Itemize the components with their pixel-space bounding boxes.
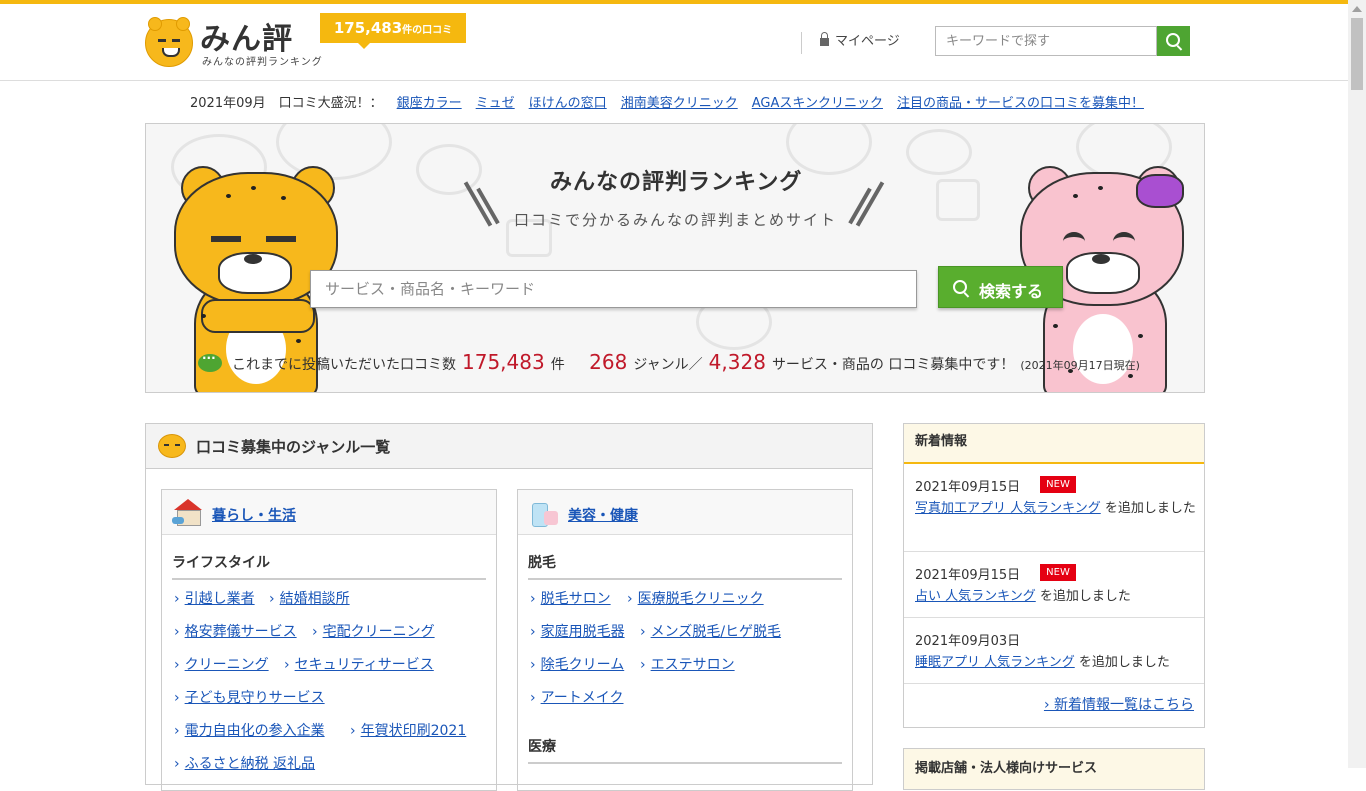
stats-item-count: 4,328 xyxy=(708,350,766,374)
genre-link-hair-removal-salon[interactable]: 脱毛サロン xyxy=(530,588,611,608)
news-item: 2021年09月15日 NEW 写真加工アプリ 人気ランキング を追加しました xyxy=(904,464,1204,552)
new-badge: NEW xyxy=(1040,476,1076,493)
trending-link-recruiting[interactable]: 注目の商品・サービスの口コミを募集中！ xyxy=(897,96,1144,111)
stats-tail: 口コミ募集中です！ xyxy=(888,357,1015,373)
genre-link-furusato[interactable]: ふるさと納税 返礼品 xyxy=(174,753,315,773)
genre-link-new-year-card[interactable]: 年賀状印刷2021 xyxy=(350,720,467,740)
trending-link-aga[interactable]: AGAスキンクリニック xyxy=(752,96,883,111)
news-suffix: を追加しました xyxy=(1078,655,1170,670)
genre-list-title: 口コミ募集中のジャンル一覧 xyxy=(196,438,391,456)
news-panel: 新着情報 2021年09月15日 NEW 写真加工アプリ 人気ランキング を追加… xyxy=(903,423,1205,728)
site-subtitle: みんなの評判ランキング xyxy=(202,57,323,68)
genre-link-living[interactable]: 暮らし・生活 xyxy=(212,505,296,525)
speech-bubble-decoration xyxy=(906,129,972,175)
stats-lead: これまでに投稿いただいた口コミ数 xyxy=(232,357,456,373)
new-badge: NEW xyxy=(1040,564,1076,581)
news-link[interactable]: 睡眠アプリ 人気ランキング xyxy=(915,655,1075,670)
trending-link-shonan[interactable]: 湘南美容クリニック xyxy=(621,96,738,111)
cosmetics-bottle-icon xyxy=(528,499,558,527)
genre-link-esthetic-salon[interactable]: エステサロン xyxy=(640,654,735,674)
header-search-button[interactable] xyxy=(1157,26,1190,56)
trending-news-bar: 2021年09月 口コミ大盛況！： 銀座カラー ミュゼ ほけんの窓口 湘南美容クリニック… xyxy=(190,92,1190,112)
trending-link-ginza-calla[interactable]: 銀座カラー xyxy=(397,96,462,111)
genre-link-electricity[interactable]: 電力自由化の参入企業 xyxy=(174,720,325,740)
hero-search-input[interactable] xyxy=(310,270,917,308)
genre-link-medical-hair-removal[interactable]: 医療脱毛クリニック xyxy=(627,588,764,608)
subgenre-heading-medical: 医療 xyxy=(528,736,842,764)
mypage-link[interactable]: マイページ xyxy=(801,32,900,54)
genre-list-panel: 口コミ募集中のジャンル一覧 暮らし・生活 ライフスタイル 引越し業者 結婚相談所… xyxy=(145,423,873,791)
business-services-panel: 掲載店舗・法人様向けサービス xyxy=(903,748,1205,790)
speech-bubble-decoration xyxy=(416,144,482,195)
news-text: 占い 人気ランキング を追加しました xyxy=(915,585,1197,608)
hero-search-button-label: 検索する xyxy=(979,284,1044,301)
scroll-thumb[interactable] xyxy=(1351,18,1363,90)
genre-card-living: 暮らし・生活 ライフスタイル 引越し業者 結婚相談所 格安葬儀サービス 宅配クリ… xyxy=(161,489,497,791)
genre-link-mens-hair-removal[interactable]: メンズ脱毛/ヒゲ脱毛 xyxy=(640,621,781,641)
news-date: 2021年09月15日 xyxy=(915,480,1021,495)
stats-genre-count: 268 xyxy=(589,350,628,374)
genre-link-cleaning[interactable]: クリーニング xyxy=(174,654,269,674)
business-services-title: 掲載店舗・法人様向けサービス xyxy=(915,761,1098,776)
stats-genre-unit: ジャンル／ xyxy=(633,357,703,373)
news-date: 2021年09月15日 xyxy=(915,568,1021,583)
genre-link-beauty[interactable]: 美容・健康 xyxy=(568,505,638,525)
genre-card-header: 暮らし・生活 xyxy=(162,490,496,535)
trending-link-hoken[interactable]: ほけんの窓口 xyxy=(529,96,607,111)
header-search-input[interactable] xyxy=(935,26,1157,56)
genre-link-funeral[interactable]: 格安葬儀サービス xyxy=(174,621,297,641)
genre-list-header: 口コミ募集中のジャンル一覧 xyxy=(146,424,872,469)
stats-review-count: 175,483 xyxy=(462,350,545,374)
hero-title: みんなの評判ランキング xyxy=(550,170,803,195)
site-header: みん評 みんなの評判ランキング 175,483件の口コミ マイページ xyxy=(0,4,1348,81)
stats-review-unit: 件 xyxy=(550,357,565,373)
review-stats-line: これまでに投稿いただいた口コミ数 175,483 件 268 ジャンル／ 4,328 サー… xyxy=(198,350,1198,374)
stats-item-unit: サービス・商品の xyxy=(771,357,884,373)
trending-prefix: 2021年09月 口コミ大盛況！： xyxy=(190,96,383,111)
news-more-link[interactable]: 新着情報一覧はこちら xyxy=(1044,694,1194,714)
news-link[interactable]: 占い 人気ランキング xyxy=(915,589,1036,604)
lock-icon xyxy=(820,32,829,46)
news-panel-title: 新着情報 xyxy=(904,424,1204,464)
scroll-up-arrow-icon[interactable] xyxy=(1352,6,1362,12)
hero-subtitle: 口コミで分かるみんなの評判まとめサイト xyxy=(514,211,838,229)
search-icon xyxy=(1166,33,1180,47)
genre-card-header: 美容・健康 xyxy=(518,490,852,535)
genre-link-art-make[interactable]: アートメイク xyxy=(530,687,624,707)
site-title[interactable]: みん評 xyxy=(200,14,293,58)
trending-link-musee[interactable]: ミュゼ xyxy=(476,96,515,111)
genre-link-home-epilator[interactable]: 家庭用脱毛器 xyxy=(530,621,625,641)
hero-banner: みんなの評判ランキング 口コミで分かるみんなの評判まとめサイト 検索する これま… xyxy=(145,123,1205,393)
news-date: 2021年09月03日 xyxy=(915,634,1021,649)
subgenre-heading-hair-removal: 脱毛 xyxy=(528,552,842,580)
news-link[interactable]: 写真加工アプリ 人気ランキング xyxy=(915,501,1101,516)
stats-as-of-date: (2021年09月17日現在) xyxy=(1020,359,1140,372)
news-item: 2021年09月15日 NEW 占い 人気ランキング を追加しました xyxy=(904,552,1204,618)
news-suffix: を追加しました xyxy=(1039,589,1131,604)
house-icon xyxy=(172,499,202,526)
news-suffix: を追加しました xyxy=(1104,501,1196,516)
genre-link-moving[interactable]: 引越し業者 xyxy=(174,588,255,608)
news-text: 写真加工アプリ 人気ランキング を追加しました xyxy=(915,497,1197,520)
hero-search-button[interactable]: 検索する xyxy=(938,266,1063,308)
leopard-face-icon xyxy=(158,434,186,458)
page-scrollbar[interactable] xyxy=(1348,0,1366,768)
genre-card-beauty: 美容・健康 脱毛 脱毛サロン 医療脱毛クリニック 家庭用脱毛器 メンズ脱毛/ヒゲ… xyxy=(517,489,853,791)
review-count-suffix: 件の口コミ xyxy=(402,25,453,36)
genre-link-hair-removal-cream[interactable]: 除毛クリーム xyxy=(530,654,625,674)
review-count-badge: 175,483件の口コミ xyxy=(320,13,466,49)
search-icon xyxy=(953,280,967,294)
review-count-value: 175,483 xyxy=(333,19,403,37)
speech-bubble-decoration xyxy=(936,179,980,221)
genre-link-delivery-cleaning[interactable]: 宅配クリーニング xyxy=(312,621,435,641)
news-item: 2021年09月03日 睡眠アプリ 人気ランキング を追加しました xyxy=(904,618,1204,684)
genre-link-security[interactable]: セキュリティサービス xyxy=(284,654,434,674)
leopard-logo-icon[interactable] xyxy=(145,17,193,67)
mypage-label: マイページ xyxy=(835,34,900,49)
news-text: 睡眠アプリ 人気ランキング を追加しました xyxy=(915,651,1197,674)
subgenre-heading-lifestyle: ライフスタイル xyxy=(172,552,486,580)
genre-link-child-watch[interactable]: 子ども見守りサービス xyxy=(174,687,325,707)
genre-link-marriage-agency[interactable]: 結婚相談所 xyxy=(269,588,350,608)
chat-bubble-icon xyxy=(198,351,222,372)
